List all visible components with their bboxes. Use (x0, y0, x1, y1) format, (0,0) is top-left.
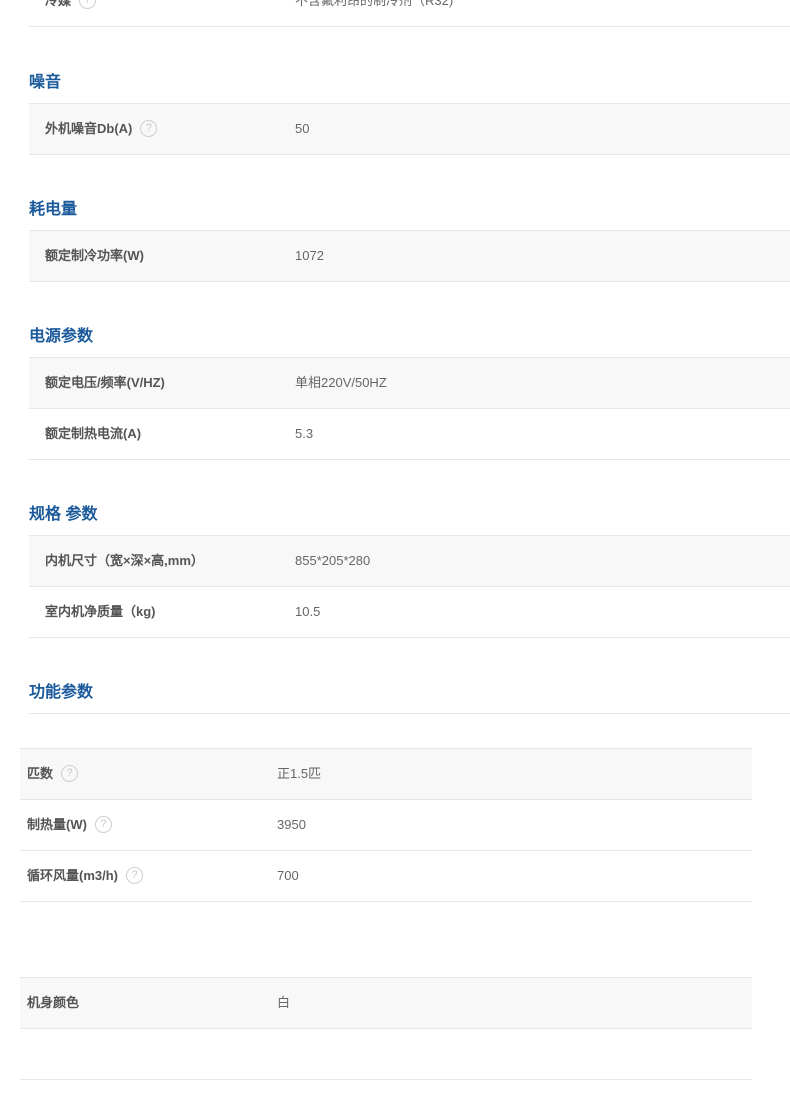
spec-value: 单相220V/50HZ (295, 375, 387, 390)
section-title-noise: 噪音 (29, 74, 62, 91)
spec-value: 855*205*280 (295, 553, 371, 568)
section-title-function: 功能参数 (29, 684, 94, 701)
section-title-power-consumption: 耗电量 (29, 201, 78, 218)
spec-label: 内机尺寸（宽×深×高,mm） (45, 553, 204, 568)
spec-row-heating-capacity: 制热量(W)? 3950 (20, 799, 752, 850)
spec-label: 外机噪音Db(A)? (45, 104, 158, 154)
question-circle-icon[interactable]: ? (61, 765, 79, 783)
spec-row-indoor-weight: 室内机净质量（kg) 10.5 (29, 586, 790, 638)
spec-row-airflow: 循环风量(m3/h)? 700 (20, 850, 752, 902)
spec-value: 1072 (295, 248, 324, 263)
spec-row-refrigerant: 冷媒? 不含氟利昂的制冷剂（R32) (29, 0, 790, 27)
spec-label: 室内机净质量（kg) (45, 604, 156, 619)
spec-label: 额定制冷功率(W) (45, 248, 144, 263)
spec-value: 不含氟利昂的制冷剂（R32) (295, 0, 454, 8)
spec-row-outdoor-noise: 外机噪音Db(A)? 50 (29, 103, 790, 155)
spec-row-horsepower: 匹数? 正1.5匹 (20, 748, 752, 799)
spec-row-rated-voltage: 额定电压/频率(V/HZ) 单相220V/50HZ (29, 357, 790, 408)
spec-value: 3950 (277, 817, 306, 832)
divider (20, 1079, 752, 1080)
spec-label: 额定制热电流(A) (45, 426, 142, 441)
spec-value: 700 (277, 868, 299, 883)
spec-row-rated-heating-current: 额定制热电流(A) 5.3 (29, 408, 790, 460)
spec-row-indoor-size: 内机尺寸（宽×深×高,mm） 855*205*280 (29, 535, 790, 586)
spec-value: 正1.5匹 (277, 766, 322, 781)
spec-value: 白 (277, 995, 291, 1010)
section-title-specs: 规格 参数 (29, 506, 98, 523)
question-circle-icon[interactable]: ? (79, 0, 97, 10)
question-circle-icon[interactable]: ? (140, 120, 158, 138)
spec-label: 额定电压/频率(V/HZ) (45, 375, 165, 390)
question-circle-icon[interactable]: ? (94, 816, 112, 834)
spec-label: 机身颜色 (27, 995, 80, 1010)
spec-row-rated-cooling-power: 额定制冷功率(W) 1072 (29, 230, 790, 282)
question-circle-icon[interactable]: ? (126, 867, 144, 885)
spec-label: 循环风量(m3/h)? (27, 851, 144, 901)
spec-label: 冷媒? (45, 0, 97, 26)
spec-label: 制热量(W)? (27, 800, 112, 850)
spec-value: 10.5 (295, 604, 321, 619)
spec-row-body-color: 机身颜色 白 (20, 977, 752, 1029)
spec-label: 匹数? (27, 749, 79, 799)
divider (29, 713, 790, 714)
section-title-power-supply: 电源参数 (29, 328, 94, 345)
spec-value: 5.3 (295, 426, 314, 441)
spec-value: 50 (295, 121, 310, 136)
